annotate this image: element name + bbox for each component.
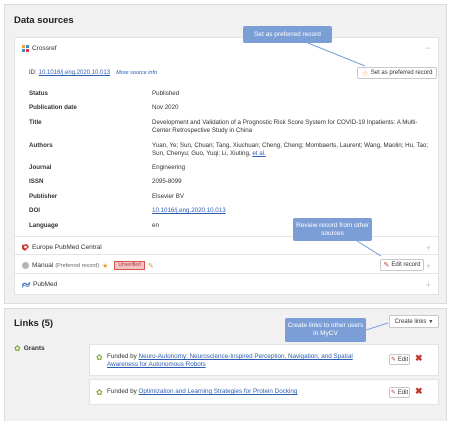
grant-link-row: ✿ Funded by Optimization and Learning St… (89, 379, 439, 405)
person-circle-icon (22, 262, 29, 269)
callout-set-preferred: Set as preferred record (243, 26, 332, 43)
more-source-info-link[interactable]: More source info (116, 70, 157, 76)
title-value: Development and Validation of a Prognost… (152, 119, 418, 135)
grants-label: Grants (23, 345, 45, 352)
grant-text: Funded by Neuro-Autonomy: Neuroscience-I… (107, 353, 377, 369)
set-preferred-label: Set as preferred record (370, 70, 433, 76)
preferred-star-icon: ★ (102, 262, 109, 270)
id-link[interactable]: 10.1016/j.eng.2020.10.013 (39, 70, 110, 76)
authors-label: Authors (29, 142, 53, 149)
grants-heading: ✿ Grants (14, 344, 45, 353)
pubmed-logo-icon (21, 281, 31, 289)
create-links-label: Create links (394, 318, 427, 325)
doi-link[interactable]: 10.1016/j.eng.2020.10.013 (152, 207, 226, 215)
title-label: Title (29, 119, 42, 126)
edit-link-button[interactable]: ✎ Edit (389, 387, 410, 398)
id-label: ID: (29, 70, 37, 76)
source-row-pubmed[interactable]: PubMed + (15, 273, 438, 295)
callout-arrow (366, 322, 389, 331)
pubmed-name: PubMed (33, 281, 58, 288)
funded-by-prefix: Funded by (107, 388, 137, 395)
expand-icon[interactable]: + (426, 280, 431, 290)
callout-arrow (307, 43, 366, 67)
create-links-button[interactable]: Create links ▼ (389, 315, 439, 328)
authors-value: Yuan, Ye; Sun, Chuan; Tang, Xiuchuan; Ch… (152, 142, 432, 159)
issn-label: ISSN (29, 178, 44, 185)
language-value: en (152, 222, 159, 229)
status-value: Published (152, 90, 180, 97)
grant-title-link[interactable]: Optimization and Learning Strategies for… (139, 388, 298, 395)
publication-date-value: Nov 2020 (152, 104, 179, 111)
edit-link-button[interactable]: ✎ Edit (389, 354, 410, 365)
authors-text: Yuan, Ye; Sun, Chuan; Tang, Xiuchuan; Ch… (152, 142, 429, 158)
doi-label: DOI (29, 207, 41, 214)
et-al-link[interactable]: et al. (252, 150, 265, 157)
europe-pmc-logo-icon (22, 244, 29, 251)
edit-label: Edit (397, 356, 409, 363)
pencil-icon: ✎ (390, 390, 396, 396)
publisher-value: Elsevier BV (152, 193, 184, 200)
expand-icon[interactable]: + (426, 261, 431, 271)
crossref-id-line: ID: 10.1016/j.eng.2020.10.013 More sourc… (29, 70, 157, 76)
edit-record-label: Edit record (391, 262, 421, 268)
grant-award-icon: ✿ (96, 353, 103, 362)
caret-down-icon: ▼ (428, 318, 434, 325)
edit-label: Edit (397, 389, 409, 396)
x-icon[interactable]: ✖ (415, 353, 423, 364)
callout-create-links: Create links to other users in MyCV (285, 318, 366, 342)
language-label: Language (29, 222, 59, 229)
pencil-icon: ✎ (390, 357, 396, 363)
collapse-icon[interactable]: − (426, 43, 431, 53)
callout-arrow (356, 241, 382, 257)
publication-date-label: Publication date (29, 104, 77, 111)
funded-by-prefix: Funded by (107, 353, 137, 360)
grant-link-row: ✿ Funded by Neuro-Autonomy: Neuroscience… (89, 344, 439, 376)
grant-award-icon: ✿ (96, 388, 103, 397)
callout-review-record: Review record from other sources (293, 218, 372, 241)
grant-title-link[interactable]: Neuro-Autonomy: Neuroscience-Inspired Pe… (107, 353, 353, 368)
data-sources-title: Data sources (14, 15, 74, 26)
journal-value: Engineering (152, 164, 186, 171)
links-title: Links (5) (14, 318, 54, 329)
unverified-badge: Unverified (114, 261, 145, 270)
crossref-logo-icon (22, 45, 29, 52)
expand-icon[interactable]: + (426, 243, 431, 253)
data-sources-panel: Data sources Crossref − ID: 10.1016/j.en… (4, 4, 447, 304)
journal-label: Journal (29, 164, 52, 171)
star-icon: ☆ (361, 68, 369, 78)
pencil-icon: ✎ (383, 262, 390, 269)
pencil-icon[interactable]: ✎ (148, 262, 154, 270)
grant-text: Funded by Optimization and Learning Stra… (107, 388, 377, 396)
crossref-header[interactable]: Crossref (22, 45, 57, 52)
publisher-label: Publisher (29, 193, 58, 200)
europe-pmc-name: Europe PubMed Central (32, 244, 102, 251)
crossref-name: Crossref (32, 45, 57, 52)
status-label: Status (29, 90, 48, 97)
manual-name: Manual (32, 262, 54, 269)
preferred-note: (Preferred record) (55, 262, 100, 269)
grant-award-icon: ✿ (14, 344, 21, 353)
x-icon[interactable]: ✖ (415, 386, 423, 397)
issn-value: 2095-8099 (152, 178, 182, 185)
edit-record-button[interactable]: ✎ Edit record (380, 259, 424, 271)
